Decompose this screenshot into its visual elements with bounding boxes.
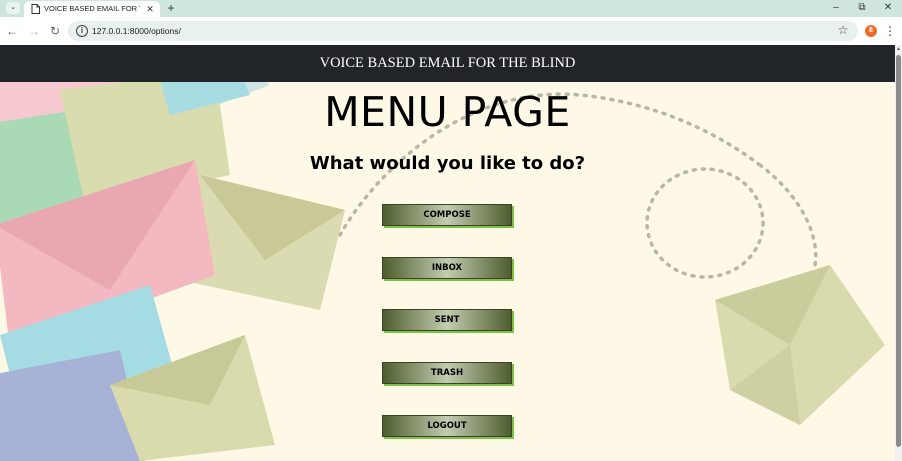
- browser-window: ⌄ VOICE BASED EMAIL FOR THE B ✕ + – ⧉ ✕ …: [0, 0, 902, 461]
- browser-tab[interactable]: VOICE BASED EMAIL FOR THE B ✕: [24, 1, 160, 17]
- close-window-button[interactable]: ✕: [878, 0, 898, 16]
- sent-button[interactable]: SENT: [382, 309, 512, 331]
- address-bar[interactable]: i 127.0.0.1:8000/options/ ☆: [68, 21, 858, 41]
- compose-button[interactable]: COMPOSE: [382, 204, 512, 226]
- page-title: MENU PAGE: [324, 88, 571, 136]
- close-tab-icon[interactable]: ✕: [144, 3, 156, 15]
- site-info-icon[interactable]: i: [76, 25, 88, 37]
- browser-menu-icon[interactable]: ⋮: [884, 23, 896, 39]
- reload-icon[interactable]: ↻: [47, 23, 63, 39]
- inbox-button[interactable]: INBOX: [382, 257, 512, 279]
- profile-avatar[interactable]: 8: [865, 25, 877, 37]
- trash-button[interactable]: TRASH: [382, 362, 512, 384]
- url-text[interactable]: 127.0.0.1:8000/options/: [92, 24, 181, 38]
- page-subtitle: What would you like to do?: [309, 153, 586, 174]
- bookmark-star-icon[interactable]: ☆: [836, 23, 850, 37]
- site-title: VOICE BASED EMAIL FOR THE BLIND: [319, 55, 576, 71]
- logout-button[interactable]: LOGOUT: [382, 415, 512, 437]
- restore-button[interactable]: ⧉: [852, 0, 872, 16]
- page-scrollbar[interactable]: ▲: [895, 45, 902, 461]
- tab-strip: ⌄ VOICE BASED EMAIL FOR THE B ✕ + – ⧉ ✕: [0, 0, 902, 17]
- scroll-up-arrow-icon[interactable]: ▲: [896, 46, 901, 52]
- page-content: VOICE BASED EMAIL FOR THE BLIND MENU PAG…: [0, 45, 895, 461]
- tab-title: VOICE BASED EMAIL FOR THE B: [44, 4, 140, 13]
- page-icon: [31, 4, 40, 14]
- scrollbar-thumb[interactable]: [896, 55, 901, 447]
- back-arrow-icon[interactable]: ←: [4, 23, 20, 39]
- minimize-button[interactable]: –: [826, 0, 846, 16]
- site-header: VOICE BASED EMAIL FOR THE BLIND: [0, 45, 895, 82]
- browser-toolbar: ← → ↻ i 127.0.0.1:8000/options/ ☆ 8 ⋮: [0, 17, 902, 45]
- tab-search-button[interactable]: ⌄: [6, 2, 20, 14]
- forward-arrow-icon[interactable]: →: [26, 23, 42, 39]
- new-tab-button[interactable]: +: [164, 1, 178, 15]
